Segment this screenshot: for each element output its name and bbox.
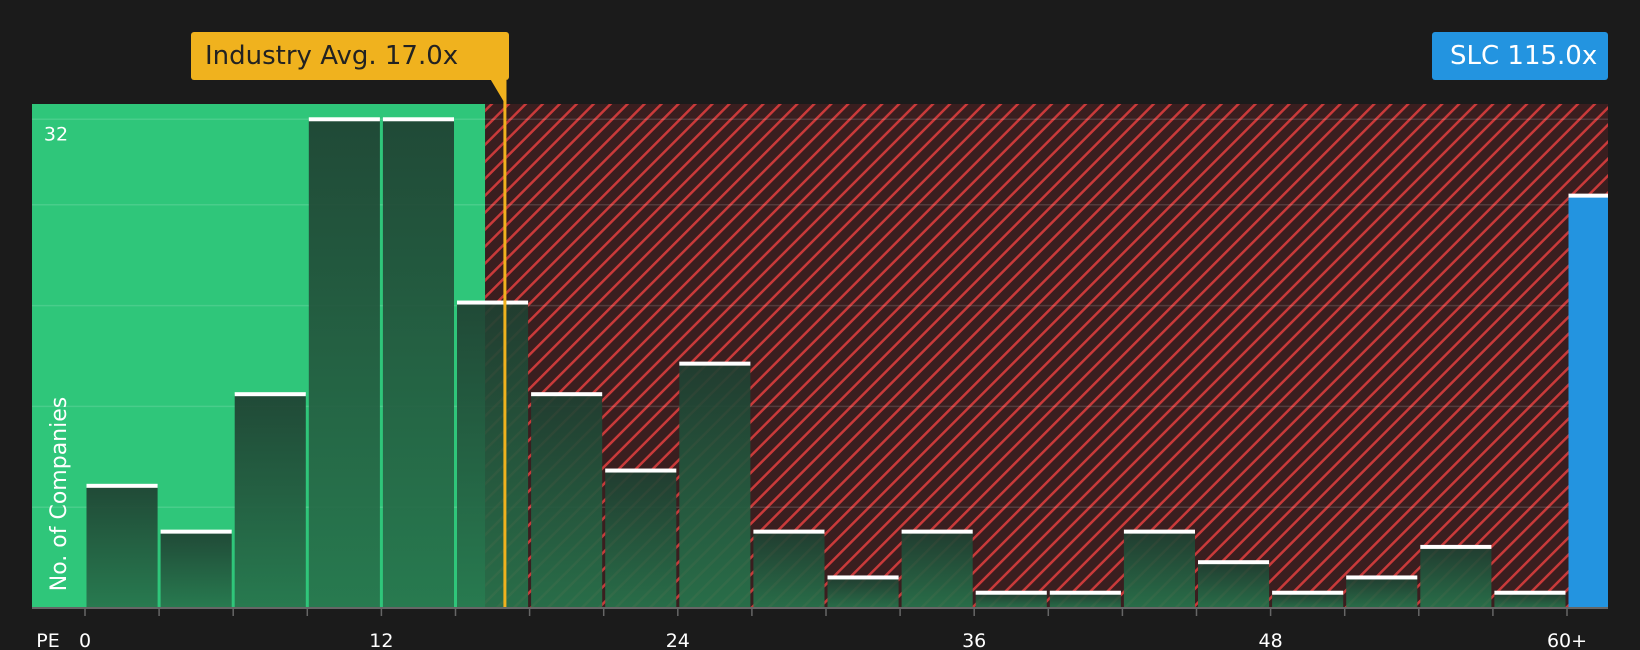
histogram-bar <box>605 470 677 608</box>
histogram-bar <box>1198 562 1270 608</box>
x-tick-label: 60+ <box>1547 630 1587 650</box>
histogram-bar <box>86 485 158 608</box>
x-axis-label: PE <box>36 630 59 650</box>
company-pe-callout: SLC 115.0x <box>1432 32 1608 80</box>
bar-cap <box>1272 590 1344 595</box>
bar-cap <box>1123 529 1195 534</box>
x-tick-label: 48 <box>1259 630 1283 650</box>
bar-cap <box>605 468 677 473</box>
histogram-bar <box>827 577 899 608</box>
x-tick-label: 0 <box>79 630 91 650</box>
histogram-bar <box>1123 531 1195 608</box>
company-bar-cap <box>1568 193 1608 198</box>
y-tick-label: 32 <box>44 123 68 145</box>
bar-cap <box>86 483 158 488</box>
histogram-bar <box>1346 577 1418 608</box>
company-bar <box>1568 195 1608 609</box>
histogram-bar <box>1420 546 1492 608</box>
y-axis-label: No. of Companies <box>47 397 72 591</box>
histogram-bar <box>382 119 454 608</box>
histogram-bar <box>1494 592 1566 608</box>
bar-cap <box>382 117 454 122</box>
bar-cap <box>975 590 1047 595</box>
bar-cap <box>1420 544 1492 549</box>
pe-distribution-chart: 0 12 24 36 48 60+ PE 32 No. of Companies <box>32 80 1608 650</box>
bar-cap <box>901 529 973 534</box>
bar-cap <box>1198 560 1270 565</box>
x-tick-label: 36 <box>962 630 986 650</box>
bar-cap <box>234 392 306 397</box>
histogram-bar <box>1049 592 1121 608</box>
bar-cap <box>679 361 751 366</box>
histogram-bar <box>160 531 232 608</box>
bar-cap <box>160 529 232 534</box>
industry-average-callout: Industry Avg. 17.0x <box>191 32 509 80</box>
histogram-bar <box>901 531 973 608</box>
bar-cap <box>753 529 825 534</box>
histogram-bar <box>1272 592 1344 608</box>
histogram-bar <box>531 394 603 608</box>
histogram-bar <box>753 531 825 608</box>
histogram-bar <box>308 119 380 608</box>
bar-cap <box>827 575 899 580</box>
histogram-bar <box>457 302 529 608</box>
bar-cap <box>531 392 603 397</box>
histogram-bar <box>234 394 306 608</box>
bar-cap <box>1494 590 1566 595</box>
bar-cap <box>1346 575 1418 580</box>
x-tick-label: 12 <box>369 630 393 650</box>
histogram-bar <box>975 592 1047 608</box>
bar-cap <box>308 117 380 122</box>
bar-cap <box>1049 590 1121 595</box>
bar-cap <box>457 300 529 305</box>
histogram-bar <box>679 363 751 608</box>
x-tick-label: 24 <box>666 630 690 650</box>
